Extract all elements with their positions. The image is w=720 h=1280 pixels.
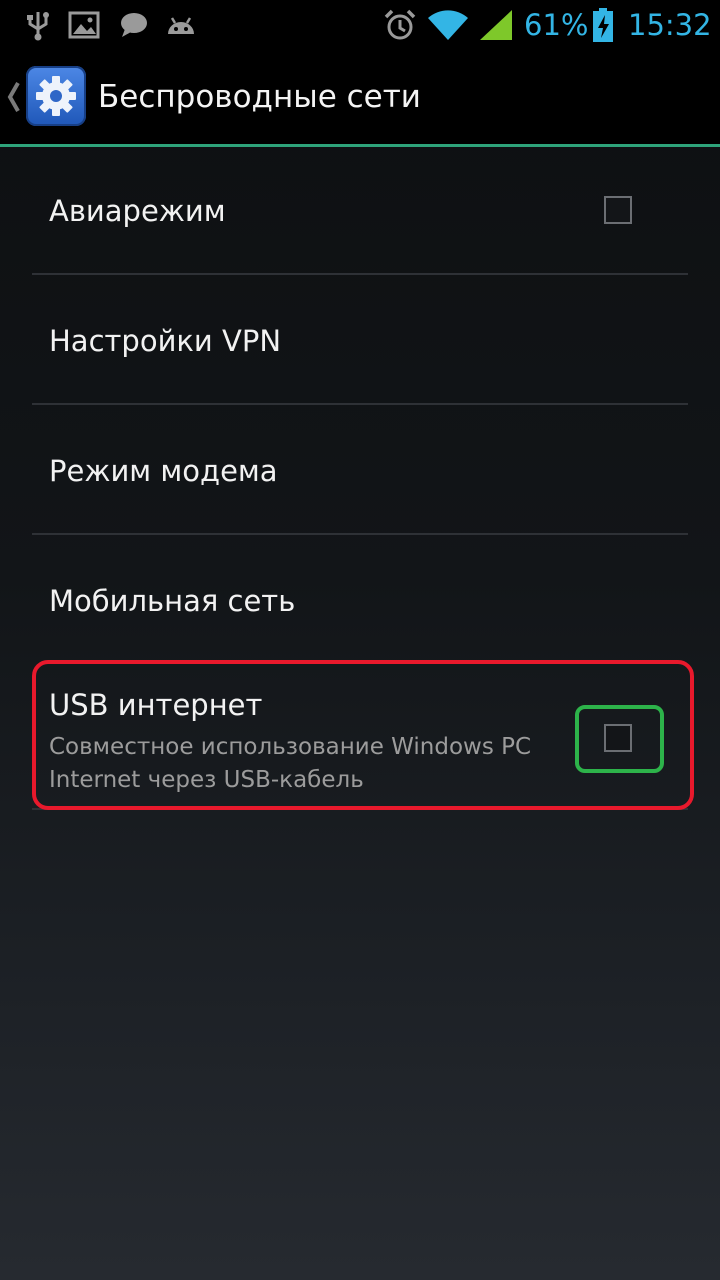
clock: 15:32 xyxy=(628,8,712,42)
highlight-frame-green xyxy=(575,705,664,773)
list-item-vpn-settings[interactable]: Настройки VPN xyxy=(32,275,688,404)
battery-charging-icon xyxy=(593,8,613,42)
page-title: Беспроводные сети xyxy=(98,79,421,115)
usb-icon xyxy=(27,12,49,41)
action-bar: Беспроводные сети xyxy=(0,50,720,147)
airplane-mode-checkbox[interactable] xyxy=(604,196,632,224)
chat-bubble-icon xyxy=(121,13,147,37)
battery-percent: 61% xyxy=(524,8,589,42)
vpn-settings-label: Настройки VPN xyxy=(49,324,282,358)
signal-icon xyxy=(480,10,512,40)
alarm-icon xyxy=(384,9,416,40)
list-item-modem-mode[interactable]: Режим модема xyxy=(32,405,688,534)
list-item-airplane-mode[interactable]: Авиарежим xyxy=(32,148,688,274)
settings-gear-icon[interactable] xyxy=(26,66,86,126)
mobile-network-label: Мобильная сеть xyxy=(49,584,296,618)
status-bar: 61% 15:32 xyxy=(0,0,720,50)
list-item-mobile-network[interactable]: Мобильная сеть xyxy=(32,535,688,662)
android-icon xyxy=(168,17,194,34)
back-chevron-icon[interactable] xyxy=(6,80,22,114)
wifi-icon xyxy=(428,10,468,40)
modem-mode-label: Режим модема xyxy=(49,454,278,488)
airplane-mode-label: Авиарежим xyxy=(49,194,226,228)
image-icon xyxy=(68,11,100,39)
